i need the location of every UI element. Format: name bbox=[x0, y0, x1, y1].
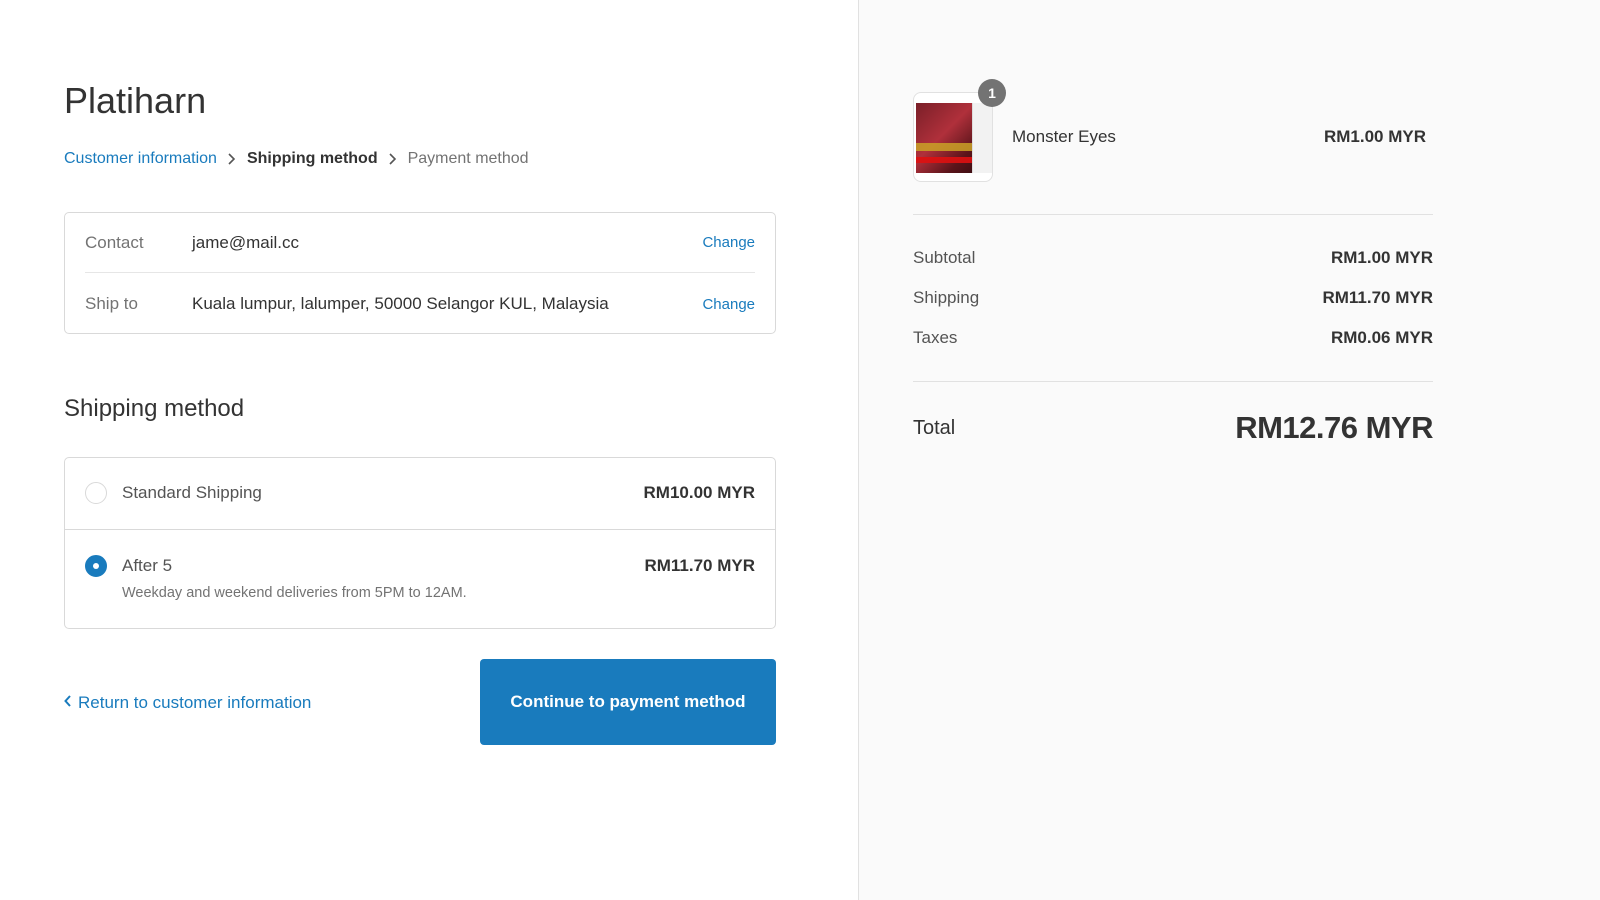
chevron-right-icon bbox=[378, 153, 408, 165]
shipping-value: RM11.70 MYR bbox=[1322, 288, 1433, 307]
total-value: RM12.76 MYR bbox=[1235, 410, 1433, 445]
shipping-label: Shipping bbox=[913, 288, 980, 307]
ship-to-value: Kuala lumpur, lalumper, 50000 Selangor K… bbox=[192, 294, 609, 313]
subtotal-label: Subtotal bbox=[913, 248, 976, 267]
quantity-badge: 1 bbox=[978, 79, 1006, 107]
contact-value: jame@mail.cc bbox=[192, 232, 299, 252]
return-to-customer-information-link[interactable]: Return to customer information bbox=[64, 693, 311, 713]
product-image-band bbox=[916, 157, 972, 163]
radio-button[interactable] bbox=[85, 482, 107, 504]
breadcrumb-payment-method: Payment method bbox=[407, 150, 529, 167]
continue-to-payment-button[interactable]: Continue to payment method bbox=[480, 659, 776, 745]
review-block: Contact jame@mail.cc Change Ship to Kual… bbox=[64, 212, 776, 334]
radio-button-selected[interactable] bbox=[85, 555, 107, 577]
divider bbox=[913, 214, 1433, 215]
shipping-option-standard[interactable]: Standard Shipping RM10.00 MYR bbox=[65, 458, 775, 530]
breadcrumb: Customer information Shipping method Pay… bbox=[64, 150, 529, 168]
order-summary-sidebar: 1 Monster Eyes RM1.00 MYR Subtotal RM1.0… bbox=[858, 0, 1600, 900]
shop-name[interactable]: Platiharn bbox=[64, 80, 206, 122]
chevron-left-icon bbox=[64, 694, 72, 712]
return-link-label: Return to customer information bbox=[78, 693, 312, 712]
shipping-option-label: After 5 bbox=[122, 556, 173, 575]
taxes-row: Taxes RM0.06 MYR bbox=[913, 328, 1433, 348]
shipping-row: Shipping RM11.70 MYR bbox=[913, 288, 1433, 308]
subtotal-value: RM1.00 MYR bbox=[1330, 248, 1433, 267]
product-image-side bbox=[972, 103, 992, 173]
review-ship-to-row: Ship to Kuala lumpur, lalumper, 50000 Se… bbox=[85, 274, 755, 334]
taxes-label: Taxes bbox=[913, 328, 958, 347]
total-row: Total RM12.76 MYR bbox=[913, 410, 1433, 446]
review-contact-row: Contact jame@mail.cc Change bbox=[85, 213, 755, 273]
product-price: RM1.00 MYR bbox=[1323, 127, 1426, 146]
shipping-option-price: RM10.00 MYR bbox=[643, 483, 755, 502]
change-contact-link[interactable]: Change bbox=[702, 234, 755, 251]
product-thumbnail: 1 bbox=[913, 79, 1006, 182]
breadcrumb-shipping-method: Shipping method bbox=[246, 150, 378, 167]
chevron-right-icon bbox=[217, 153, 247, 165]
shipping-option-label: Standard Shipping bbox=[122, 483, 262, 502]
divider bbox=[913, 381, 1433, 382]
product-image bbox=[916, 103, 992, 173]
ship-to-label: Ship to bbox=[85, 294, 138, 313]
shipping-option-description: Weekday and weekend deliveries from 5PM … bbox=[122, 585, 467, 601]
total-label: Total bbox=[913, 416, 956, 439]
shipping-options: Standard Shipping RM10.00 MYR After 5 We… bbox=[64, 457, 776, 629]
change-ship-to-link[interactable]: Change bbox=[702, 296, 755, 313]
shipping-option-price: RM11.70 MYR bbox=[644, 556, 755, 575]
taxes-value: RM0.06 MYR bbox=[1330, 328, 1433, 347]
breadcrumb-customer-information[interactable]: Customer information bbox=[64, 150, 217, 168]
shipping-method-title: Shipping method bbox=[64, 395, 245, 422]
product-image-band bbox=[916, 143, 972, 151]
contact-label: Contact bbox=[85, 232, 144, 252]
shipping-option-after-5[interactable]: After 5 Weekday and weekend deliveries f… bbox=[65, 531, 775, 629]
subtotal-row: Subtotal RM1.00 MYR bbox=[913, 248, 1433, 268]
checkout-main: Platiharn Customer information Shipping … bbox=[0, 0, 858, 900]
radio-dot bbox=[93, 563, 99, 569]
product-name: Monster Eyes bbox=[1012, 127, 1116, 146]
